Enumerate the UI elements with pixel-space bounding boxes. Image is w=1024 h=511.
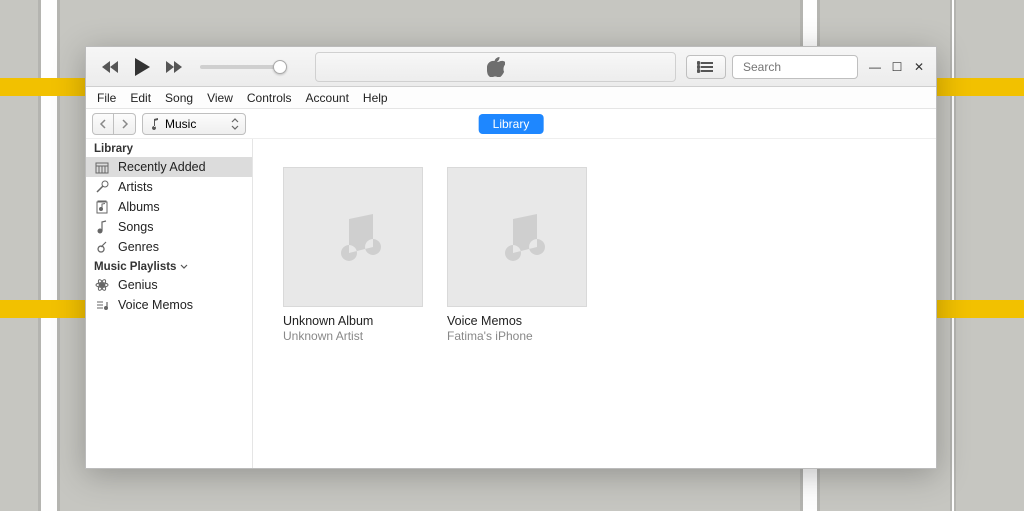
album-artist: Unknown Artist xyxy=(283,329,423,343)
titlebar: — ☐ ✕ xyxy=(86,47,936,87)
note-icon xyxy=(94,220,110,234)
sidebar-item-recently-added[interactable]: Recently Added xyxy=(86,157,252,177)
updown-icon xyxy=(231,118,239,130)
album-grid: Unknown Album Unknown Artist Voice Memos… xyxy=(253,139,936,468)
calendar-icon xyxy=(94,161,110,174)
apple-logo-icon xyxy=(487,57,505,77)
album-icon xyxy=(94,200,110,214)
voice-memo-icon xyxy=(94,298,110,312)
sidebar-item-label: Albums xyxy=(118,200,160,214)
chevron-left-icon xyxy=(99,119,107,129)
genius-icon xyxy=(94,278,110,292)
sidebar-item-label: Genres xyxy=(118,240,159,254)
previous-button[interactable] xyxy=(96,53,124,81)
nav-forward-button[interactable] xyxy=(114,113,136,135)
sidebar-item-genius[interactable]: Genius xyxy=(86,275,252,295)
play-button[interactable] xyxy=(128,53,156,81)
minimize-button[interactable]: — xyxy=(864,57,886,77)
sidebar-heading-label: Music Playlists xyxy=(94,261,176,273)
sidebar: Library Recently Added Artists Albums xyxy=(86,139,253,468)
music-notes-icon xyxy=(489,207,545,267)
sidebar-heading-library: Library xyxy=(86,139,252,157)
media-type-label: Music xyxy=(165,117,196,131)
menu-file[interactable]: File xyxy=(90,91,123,105)
sidebar-item-label: Voice Memos xyxy=(118,298,193,312)
volume-slider[interactable] xyxy=(200,65,285,69)
microphone-icon xyxy=(94,180,110,194)
sidebar-item-albums[interactable]: Albums xyxy=(86,197,252,217)
library-tab[interactable]: Library xyxy=(479,114,544,134)
nav-row: Music Library xyxy=(86,109,936,139)
nav-back-button[interactable] xyxy=(92,113,114,135)
sidebar-heading-playlists[interactable]: Music Playlists xyxy=(86,257,252,275)
sidebar-item-artists[interactable]: Artists xyxy=(86,177,252,197)
music-notes-icon xyxy=(325,207,381,267)
menu-help[interactable]: Help xyxy=(356,91,395,105)
volume-thumb[interactable] xyxy=(273,60,287,74)
content-area: Library Recently Added Artists Albums xyxy=(86,139,936,468)
itunes-window: — ☐ ✕ File Edit Song View Controls Accou… xyxy=(85,46,937,469)
chevron-right-icon xyxy=(121,119,129,129)
now-playing-display xyxy=(315,52,676,82)
menu-song[interactable]: Song xyxy=(158,91,200,105)
sidebar-item-label: Recently Added xyxy=(118,160,206,174)
playback-controls xyxy=(96,53,285,81)
next-button[interactable] xyxy=(160,53,188,81)
close-button[interactable]: ✕ xyxy=(908,57,930,77)
sidebar-item-voice-memos[interactable]: Voice Memos xyxy=(86,295,252,315)
menu-view[interactable]: View xyxy=(200,91,240,105)
album-title: Voice Memos xyxy=(447,314,587,328)
sidebar-item-songs[interactable]: Songs xyxy=(86,217,252,237)
list-icon xyxy=(697,61,715,73)
music-note-icon xyxy=(149,118,159,130)
guitar-icon xyxy=(94,240,110,254)
album-tile[interactable]: Unknown Album Unknown Artist xyxy=(283,167,423,343)
search-field[interactable] xyxy=(732,55,858,79)
album-tile[interactable]: Voice Memos Fatima's iPhone xyxy=(447,167,587,343)
desktop-bg-stripe xyxy=(38,0,60,511)
sidebar-item-label: Artists xyxy=(118,180,153,194)
maximize-button[interactable]: ☐ xyxy=(886,57,908,77)
window-controls: — ☐ ✕ xyxy=(864,57,930,77)
album-art-placeholder xyxy=(283,167,423,307)
menu-controls[interactable]: Controls xyxy=(240,91,299,105)
list-view-button[interactable] xyxy=(686,55,726,79)
sidebar-item-label: Songs xyxy=(118,220,153,234)
album-art-placeholder xyxy=(447,167,587,307)
sidebar-item-genres[interactable]: Genres xyxy=(86,237,252,257)
chevron-down-icon xyxy=(180,264,188,270)
menu-edit[interactable]: Edit xyxy=(123,91,158,105)
sidebar-item-label: Genius xyxy=(118,278,158,292)
media-type-select[interactable]: Music xyxy=(142,113,246,135)
desktop-bg-stripe xyxy=(950,0,956,511)
menu-account[interactable]: Account xyxy=(299,91,356,105)
album-title: Unknown Album xyxy=(283,314,423,328)
album-artist: Fatima's iPhone xyxy=(447,329,587,343)
menubar: File Edit Song View Controls Account Hel… xyxy=(86,87,936,109)
